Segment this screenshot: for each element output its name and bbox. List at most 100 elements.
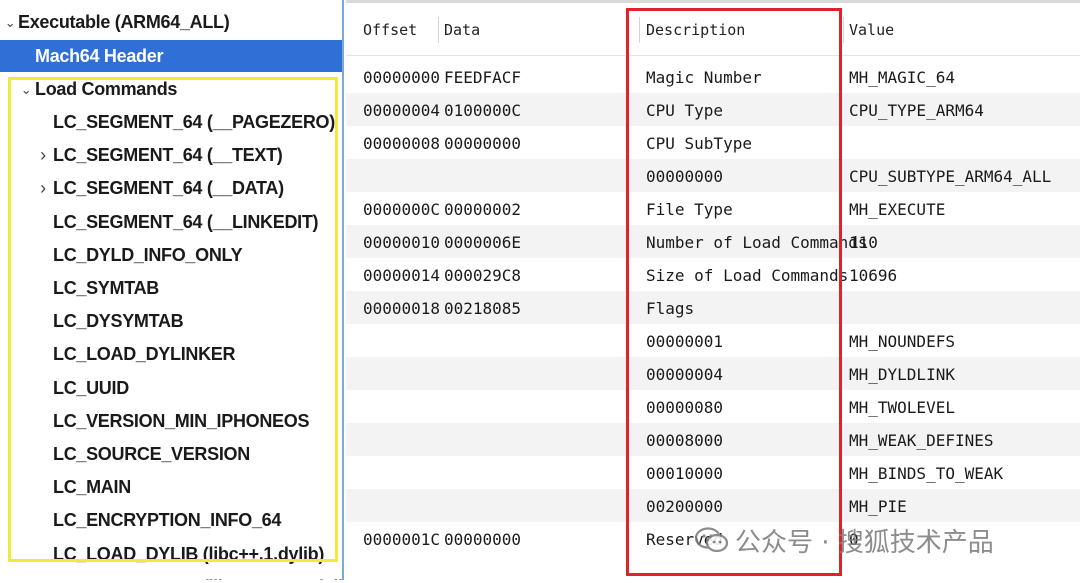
tree-item-load-command[interactable]: › LC_SEGMENT_64 (__TEXT) [0, 139, 342, 172]
table-row[interactable]: 00008000 MH_WEAK_DEFINES [346, 423, 1080, 456]
cell-description: Flags [646, 299, 695, 318]
cell-value: CPU_TYPE_ARM64 [849, 101, 984, 120]
table-row[interactable]: 00000014 000029C8 Size of Load Commands 106… [346, 258, 1080, 291]
cell-description: 00008000 [646, 431, 724, 450]
table-row[interactable]: 00010000 MH_BINDS_TO_WEAK [346, 456, 1080, 489]
cell-value: MH_DYLDLINK [849, 365, 955, 384]
tree-item-label: LC_SEGMENT_64 (__PAGEZERO) [53, 112, 335, 132]
cell-description: 00000000 [646, 167, 724, 186]
table-row[interactable]: 0000001C 00000000 Reserved 0 [346, 522, 1080, 555]
tree-item-load-command[interactable]: LC_LOAD_DYLIB (libSystem.B.dylib) [0, 571, 342, 580]
tree-item-mach64-header[interactable]: Mach64 Header [0, 40, 342, 72]
cell-value: MH_WEAK_DEFINES [849, 431, 994, 450]
tree-item-executable[interactable]: ⌄ Executable (ARM64_ALL) [0, 6, 342, 39]
tree-item-label: Mach64 Header [35, 45, 164, 66]
tree-item-load-command[interactable]: LC_LOAD_DYLINKER [0, 338, 342, 371]
header-table: Offset Data Description Value 00000000 FE… [346, 0, 1080, 583]
cell-value: 110 [849, 233, 878, 252]
tree-item-label: Load Commands [35, 79, 178, 99]
tree-item-label: LC_UUID [53, 377, 129, 398]
disclosure-expanded-icon[interactable]: ⌄ [4, 13, 16, 33]
tree-item-load-command[interactable]: LC_SEGMENT_64 (__LINKEDIT) [0, 206, 342, 239]
cell-data: 00000002 [444, 200, 522, 219]
tree-item-label: LC_SYMTAB [53, 278, 159, 298]
cell-value: MH_PIE [849, 497, 907, 516]
column-header-description[interactable]: Description [646, 21, 745, 39]
table-row[interactable]: 00000001 MH_NOUNDEFS [346, 324, 1080, 357]
tree-item-label: Executable (ARM64_ALL) [18, 12, 230, 32]
outline-tree: ⌄ Executable (ARM64_ALL) Mach64 Header ⌄… [0, 0, 344, 580]
cell-data: 00000000 [444, 530, 522, 549]
cell-description: CPU Type [646, 101, 724, 120]
tree-item-load-command[interactable]: LC_UUID [0, 372, 342, 405]
cell-offset: 0000001C [363, 530, 441, 549]
table-row[interactable]: 00000004 MH_DYLDLINK [346, 357, 1080, 390]
table-row[interactable]: 00000018 00218085 Flags [346, 291, 1080, 324]
cell-value: 0 [849, 530, 859, 549]
cell-offset: 00000004 [363, 101, 441, 120]
tree-item-label: LC_SEGMENT_64 (__DATA) [53, 178, 284, 199]
tree-item-load-command[interactable]: LC_VERSION_MIN_IPHONEOS [0, 405, 342, 438]
cell-data: 00218085 [444, 299, 522, 318]
table-row[interactable]: 00000010 0000006E Number of Load Commands 1… [346, 225, 1080, 258]
tree-item-label: LC_SOURCE_VERSION [53, 444, 250, 464]
cell-offset: 00000018 [363, 299, 441, 318]
tree-item-load-command[interactable]: LC_ENCRYPTION_INFO_64 [0, 504, 342, 537]
table-row[interactable]: 00000000 CPU_SUBTYPE_ARM64_ALL [346, 159, 1080, 192]
cell-value: MH_TWOLEVEL [849, 398, 955, 417]
cell-description: File Type [646, 200, 733, 219]
cell-description: 00010000 [646, 464, 724, 483]
tree-item-label: LC_VERSION_MIN_IPHONEOS [53, 410, 310, 431]
table-row[interactable]: 00000004 0100000C CPU Type CPU_TYPE_ARM64 [346, 93, 1080, 126]
tree-item-load-command[interactable]: LC_MAIN [0, 471, 342, 504]
table-row[interactable]: 00000008 00000000 CPU SubType [346, 126, 1080, 159]
table-row[interactable]: 0000000C 00000002 File Type MH_EXECUTE [346, 192, 1080, 225]
cell-offset: 00000008 [363, 134, 441, 153]
cell-description: 00000001 [646, 332, 724, 351]
column-divider[interactable] [843, 17, 844, 43]
column-header-offset[interactable]: Offset [363, 21, 417, 39]
tree-item-load-commands[interactable]: ⌄ Load Commands [0, 73, 342, 106]
tree-item-label: LC_SEGMENT_64 (__TEXT) [53, 145, 283, 166]
tree-item-load-command[interactable]: › LC_SEGMENT_64 (__DATA) [0, 172, 342, 205]
cell-offset: 0000000C [363, 200, 441, 219]
tree-item-label: LC_LOAD_DYLINKER [53, 344, 236, 365]
table-row[interactable]: 00200000 MH_PIE [346, 489, 1080, 522]
disclosure-collapsed-icon[interactable]: › [37, 178, 49, 199]
tree-item-label: LC_SEGMENT_64 (__LINKEDIT) [53, 211, 319, 232]
tree-item-label: LC_DYSYMTAB [53, 311, 184, 332]
tree-item-label: LC_LOAD_DYLIB (libc++.1.dylib) [53, 543, 325, 564]
tree-item-load-command[interactable]: LC_SEGMENT_64 (__PAGEZERO) [0, 106, 342, 139]
tree-item-label: LC_DYLD_INFO_ONLY [53, 244, 243, 265]
cell-value: MH_NOUNDEFS [849, 332, 955, 351]
column-header-value[interactable]: Value [849, 21, 894, 39]
cell-value: 10696 [849, 266, 898, 285]
tree-item-load-command[interactable]: LC_DYLD_INFO_ONLY [0, 239, 342, 272]
tree-item-load-command[interactable]: LC_DYSYMTAB [0, 305, 342, 338]
disclosure-expanded-icon[interactable]: ⌄ [20, 80, 32, 100]
cell-data: FEEDFACF [444, 68, 522, 87]
column-divider[interactable] [438, 17, 439, 43]
disclosure-collapsed-icon[interactable]: › [37, 145, 49, 166]
tree-item-load-command[interactable]: LC_LOAD_DYLIB (libc++.1.dylib) [0, 538, 342, 571]
table-row[interactable]: 00000000 FEEDFACF Magic Number MH_MAGIC_64 [346, 60, 1080, 93]
table-header: Offset Data Description Value [346, 3, 1080, 56]
cell-offset: 00000010 [363, 233, 441, 252]
cell-description: 00000004 [646, 365, 724, 384]
table-row[interactable]: 00000080 MH_TWOLEVEL [346, 390, 1080, 423]
cell-data: 0000006E [444, 233, 522, 252]
cell-data: 0100000C [444, 101, 522, 120]
tree-item-load-command[interactable]: LC_SYMTAB [0, 272, 342, 305]
tree-item-label: LC_ENCRYPTION_INFO_64 [53, 510, 282, 531]
cell-value: MH_EXECUTE [849, 200, 946, 219]
cell-value: MH_BINDS_TO_WEAK [849, 464, 1004, 483]
cell-offset: 00000014 [363, 266, 441, 285]
tree-item-label: LC_MAIN [53, 477, 131, 498]
cell-description: CPU SubType [646, 134, 752, 153]
column-header-data[interactable]: Data [444, 21, 480, 39]
cell-value: MH_MAGIC_64 [849, 68, 955, 87]
column-divider[interactable] [639, 17, 640, 43]
table-body: 00000000 FEEDFACF Magic Number MH_MAGIC_64 0… [346, 60, 1080, 555]
tree-item-load-command[interactable]: LC_SOURCE_VERSION [0, 438, 342, 471]
cell-description: 00000080 [646, 398, 724, 417]
